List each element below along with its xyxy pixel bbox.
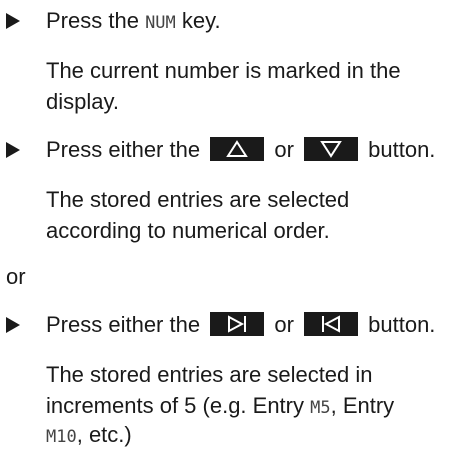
step3-result-line1: The stored entries are selected in	[46, 362, 373, 387]
step2-result-line1: The stored entries are selected	[46, 187, 350, 212]
or-separator: or	[6, 264, 26, 289]
step3-prefix: Press either the	[46, 312, 201, 337]
step2-suffix: button.	[368, 137, 436, 162]
up-triangle-icon	[226, 140, 249, 157]
step2-result-line2: according to numerical order.	[46, 218, 330, 243]
step1-prefix: Press the	[46, 8, 139, 33]
skip-back-icon	[322, 315, 341, 333]
entry-code-m5: M5	[310, 398, 331, 418]
up-button	[210, 137, 265, 161]
step3-result-text-b: , Entry	[330, 393, 395, 418]
step3-suffix: button.	[368, 312, 436, 337]
step3-result-text-a: increments of 5 (e.g. Entry	[46, 393, 304, 418]
step2-prefix: Press either the	[46, 137, 201, 162]
step1-result-line1: The current number is marked in the	[46, 58, 401, 83]
bullet-arrow-icon	[6, 13, 20, 29]
bullet-arrow-icon	[6, 142, 20, 158]
down-triangle-icon	[320, 141, 342, 158]
step1-instruction: Press the NUM key.	[46, 8, 221, 36]
bullet-arrow-icon	[6, 317, 20, 333]
skip-back-button	[304, 312, 359, 336]
skip-forward-icon	[228, 315, 247, 333]
step3-result-text-c: , etc.)	[76, 422, 132, 447]
entry-code-m10: M10	[46, 427, 77, 447]
step1-result-line2: display.	[46, 89, 119, 114]
step2-or: or	[274, 137, 294, 162]
down-button	[304, 137, 359, 161]
step3-result-line2: increments of 5 (e.g. Entry M5, Entry	[46, 393, 394, 421]
step1-suffix: key.	[181, 8, 221, 33]
step3-instruction: Press either the or button.	[46, 312, 435, 338]
step3-or: or	[274, 312, 294, 337]
num-key-label: NUM	[145, 13, 176, 33]
step2-instruction: Press either the or button.	[46, 137, 435, 163]
skip-forward-button	[210, 312, 265, 336]
step3-result-line3: M10, etc.)	[46, 422, 132, 450]
